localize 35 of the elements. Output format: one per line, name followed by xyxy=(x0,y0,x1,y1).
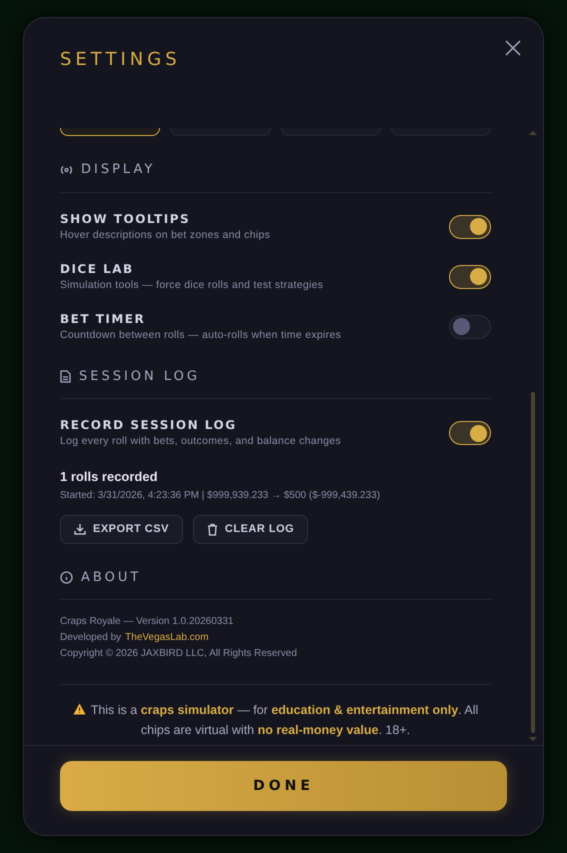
warning-icon xyxy=(72,703,86,715)
document-icon xyxy=(60,370,71,383)
section-heading: SESSION LOG xyxy=(79,368,200,386)
setting-label: SHOW TOOLTIPS xyxy=(60,210,192,226)
done-button[interactable]: DONE xyxy=(60,761,507,811)
setting-label: RECORD SESSION LOG xyxy=(60,417,238,433)
setting-description: Countdown between rolls — auto-rolls when time expires xyxy=(60,328,342,342)
setting-description: Simulation tools — force dice rolls and test strategies xyxy=(60,278,324,292)
close-icon[interactable] xyxy=(505,40,521,56)
tab[interactable] xyxy=(60,128,160,136)
developer-text: Developed by xyxy=(60,631,122,645)
toggle-switch[interactable] xyxy=(449,264,491,288)
disclaimer-text: This is a craps simulator — for education & entertainment only. All chips are virtual with no real-money value. 18+. xyxy=(60,700,491,740)
section-heading: ABOUT xyxy=(81,568,142,586)
clear-button[interactable]: CLEAR LOG xyxy=(192,514,308,544)
session-info: Started: 3/31/2026, 4:23:36 PM | $999,939.233 → $500 ($-999,439.233) xyxy=(60,488,382,502)
setting-label: BET TIMER xyxy=(60,310,146,326)
scrollbar[interactable] xyxy=(529,131,537,741)
download-icon xyxy=(74,523,86,535)
setting-label: DICE LAB xyxy=(60,260,135,276)
setting-description: Hover descriptions on bet zones and chips xyxy=(60,228,270,242)
info-icon xyxy=(60,570,73,584)
website-link[interactable]: TheVegasLab.com xyxy=(125,630,209,646)
toggle-switch[interactable] xyxy=(449,421,491,445)
toggle-switch[interactable] xyxy=(449,214,491,238)
toggle-switch[interactable] xyxy=(449,314,491,338)
rolls-summary: 1 rolls recorded xyxy=(60,468,159,486)
export-button[interactable]: EXPORT CSV xyxy=(60,514,183,544)
version-text: Craps Royale — Version 1.0.20260331 xyxy=(60,615,234,629)
section-heading: DISPLAY xyxy=(81,161,156,179)
trash-icon xyxy=(206,522,218,536)
broadcast-icon xyxy=(60,164,73,175)
copyright-text: Copyright © 2026 JAXBIRD LLC, All Rights Reserved xyxy=(60,647,298,661)
setting-description: Log every roll with bets, outcomes, and balance changes xyxy=(60,434,341,449)
dialog-title: SETTINGS xyxy=(60,48,181,72)
